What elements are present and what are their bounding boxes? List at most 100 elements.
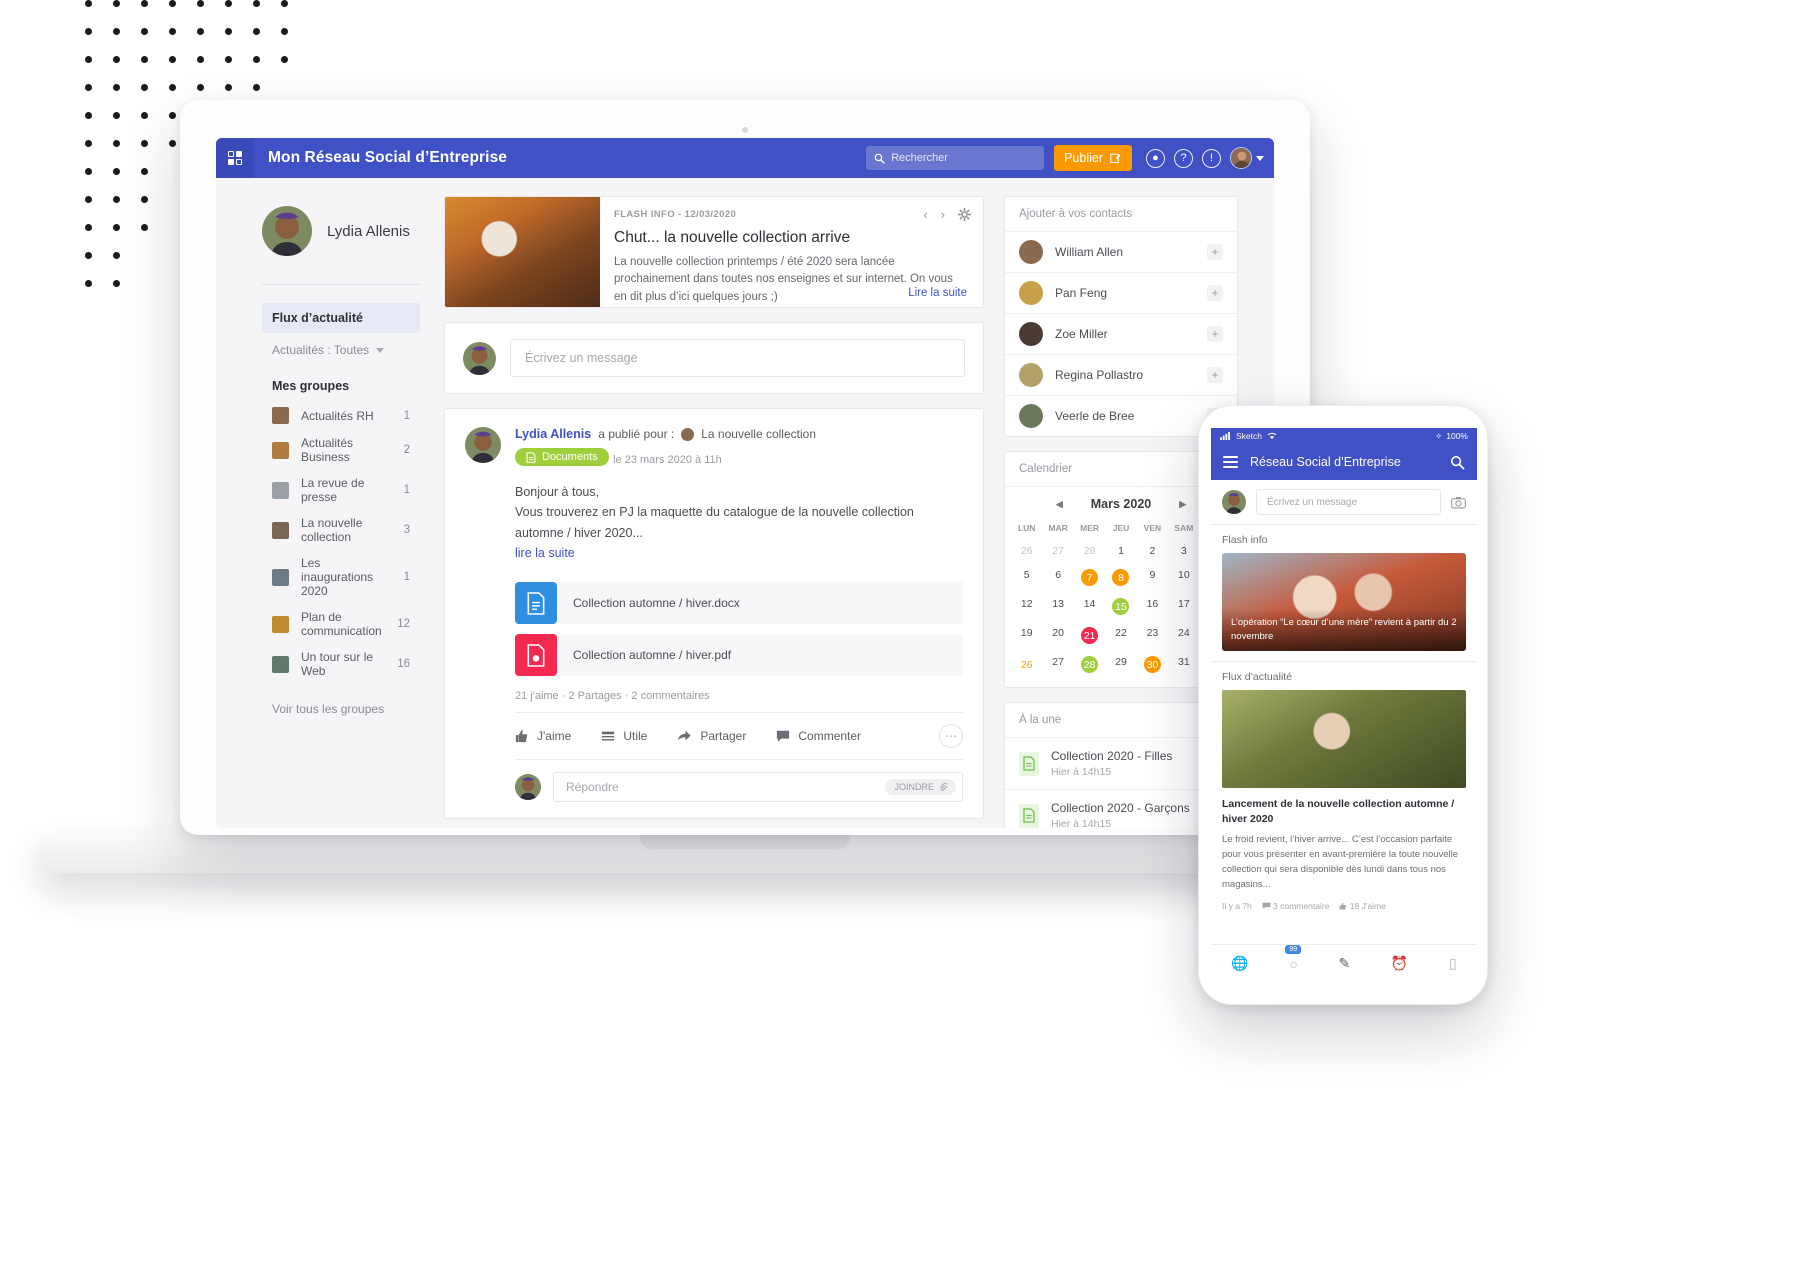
plus-icon[interactable]: + bbox=[1207, 285, 1223, 301]
clock-icon[interactable]: ⏰ bbox=[1391, 955, 1408, 972]
attachment-item[interactable]: Collection automne / hiver.docx bbox=[515, 582, 963, 624]
share-button[interactable]: Partager bbox=[677, 729, 746, 743]
chevron-down-icon[interactable] bbox=[1256, 155, 1264, 161]
ellipsis-icon[interactable]: ⋯ bbox=[939, 724, 963, 748]
post-composer[interactable]: Écrivez un message bbox=[444, 322, 984, 394]
comment-label: Commenter bbox=[798, 729, 862, 743]
calendar-day[interactable]: 27 bbox=[1042, 539, 1073, 563]
sidebar-group-item[interactable]: Un tour sur le Web 16 bbox=[262, 644, 420, 684]
calendar-day[interactable]: 1 bbox=[1105, 539, 1136, 563]
sidebar-group-item[interactable]: Les inaugurations 2020 1 bbox=[262, 550, 420, 604]
notification-icon[interactable]: 99 ○ bbox=[1285, 944, 1302, 972]
gear-icon[interactable] bbox=[958, 208, 971, 221]
comment-button[interactable]: Commenter bbox=[776, 729, 861, 743]
avatar[interactable] bbox=[1230, 147, 1252, 169]
contact-name: William Allen bbox=[1055, 245, 1124, 259]
mobile-post-image[interactable] bbox=[1222, 690, 1466, 788]
calendar-day[interactable]: 21 bbox=[1074, 621, 1105, 650]
attachment-item[interactable]: Collection automne / hiver.pdf bbox=[515, 634, 963, 676]
useful-button[interactable]: Utile bbox=[601, 729, 647, 743]
calendar-day[interactable]: 28 bbox=[1074, 650, 1105, 679]
calendar-day[interactable]: 5 bbox=[1011, 563, 1042, 592]
see-all-groups-link[interactable]: Voir tous les groupes bbox=[262, 684, 420, 716]
chat-icon[interactable]: ▯ bbox=[1449, 955, 1457, 972]
calendar-day[interactable]: 30 bbox=[1137, 650, 1168, 679]
grid-dot bbox=[85, 28, 92, 35]
chevron-right-icon[interactable]: › bbox=[941, 207, 945, 222]
calendar-day[interactable]: 14 bbox=[1074, 592, 1105, 621]
plus-icon[interactable]: + bbox=[1207, 367, 1223, 383]
contact-row[interactable]: Pan Feng + bbox=[1005, 272, 1237, 313]
news-filter-dropdown[interactable]: Actualités : Toutes bbox=[262, 333, 420, 357]
sidebar-group-item[interactable]: La nouvelle collection 3 bbox=[262, 510, 420, 550]
flash-info-read-more[interactable]: Lire la suite bbox=[908, 287, 967, 299]
calendar-day[interactable]: 12 bbox=[1011, 592, 1042, 621]
calendar-day[interactable]: 29 bbox=[1105, 650, 1136, 679]
sidebar-group-item[interactable]: Actualités RH 1 bbox=[262, 401, 420, 430]
mobile-flash-image[interactable]: L’opération “Le cœur d’une mère” revient… bbox=[1222, 553, 1466, 651]
pencil-icon[interactable]: ✎ bbox=[1339, 955, 1351, 972]
search-input[interactable]: Rechercher bbox=[866, 146, 1045, 170]
bell-icon[interactable]: ● bbox=[1146, 148, 1165, 168]
mobile-composer-input[interactable]: Écrivez un message bbox=[1256, 489, 1441, 515]
sidebar-group-item[interactable]: Plan de communication 12 bbox=[262, 604, 420, 644]
plus-icon[interactable]: + bbox=[1207, 244, 1223, 260]
mobile-post-likes[interactable]: 18 J'aime bbox=[1339, 901, 1386, 911]
info-icon[interactable]: ! bbox=[1202, 148, 1221, 168]
calendar-day[interactable]: 26 bbox=[1011, 539, 1042, 563]
calendar-day[interactable]: 16 bbox=[1137, 592, 1168, 621]
post-read-more-link[interactable]: lire la suite bbox=[515, 543, 963, 564]
calendar-day[interactable]: 15 bbox=[1105, 592, 1136, 621]
group-count: 1 bbox=[403, 484, 410, 496]
calendar-day[interactable]: 2 bbox=[1137, 539, 1168, 563]
composer-input[interactable]: Écrivez un message bbox=[510, 339, 965, 377]
contact-row[interactable]: Zoe Miller + bbox=[1005, 313, 1237, 354]
calendar-day[interactable]: 22 bbox=[1105, 621, 1136, 650]
calendar-day[interactable]: 13 bbox=[1042, 592, 1073, 621]
search-icon[interactable] bbox=[1450, 455, 1465, 470]
attach-file-button[interactable]: JOINDRE bbox=[885, 779, 956, 795]
reply-input[interactable]: Répondre JOINDRE bbox=[553, 772, 963, 802]
grid-dot bbox=[85, 252, 92, 259]
plus-icon[interactable]: + bbox=[1207, 326, 1223, 342]
paperclip-icon bbox=[940, 783, 947, 791]
calendar-day[interactable]: 17 bbox=[1168, 592, 1199, 621]
like-button[interactable]: J'aime bbox=[515, 729, 571, 743]
calendar-day[interactable]: 31 bbox=[1168, 650, 1199, 679]
calendar-day[interactable]: 19 bbox=[1011, 621, 1042, 650]
calendar-day[interactable]: 6 bbox=[1042, 563, 1073, 592]
contact-row[interactable]: William Allen + bbox=[1005, 231, 1237, 272]
calendar-day[interactable]: 7 bbox=[1074, 563, 1105, 592]
post-group[interactable]: La nouvelle collection bbox=[701, 427, 816, 441]
calendar-day[interactable]: 27 bbox=[1042, 650, 1073, 679]
calendar-day[interactable]: 26 bbox=[1011, 650, 1042, 679]
sidebar-group-item[interactable]: La revue de presse 1 bbox=[262, 470, 420, 510]
contact-row[interactable]: Regina Pollastro + bbox=[1005, 354, 1237, 395]
calendar-day[interactable]: 8 bbox=[1105, 563, 1136, 592]
group-thumbnail bbox=[272, 407, 289, 424]
app-grid-button[interactable] bbox=[216, 138, 254, 178]
calendar-day[interactable]: 20 bbox=[1042, 621, 1073, 650]
triangle-left-icon[interactable]: ◀ bbox=[1056, 499, 1063, 510]
sidebar-group-item[interactable]: Actualités Business 2 bbox=[262, 430, 420, 470]
post-author[interactable]: Lydia Allenis bbox=[515, 427, 591, 441]
mobile-post-comments[interactable]: 3 commentaire bbox=[1262, 901, 1329, 911]
calendar-day[interactable]: 24 bbox=[1168, 621, 1199, 650]
avatar[interactable] bbox=[465, 427, 501, 463]
sidebar-item-news-feed[interactable]: Flux d’actualité bbox=[262, 303, 420, 333]
flash-info-image bbox=[445, 197, 600, 307]
user-profile[interactable]: Lydia Allenis bbox=[262, 200, 420, 256]
publish-button[interactable]: Publier bbox=[1054, 145, 1132, 171]
calendar-day[interactable]: 9 bbox=[1137, 563, 1168, 592]
mobile-composer[interactable]: Écrivez un message bbox=[1211, 480, 1477, 525]
calendar-day[interactable]: 28 bbox=[1074, 539, 1105, 563]
hamburger-menu-icon[interactable] bbox=[1223, 456, 1238, 468]
globe-icon[interactable]: 🌐 bbox=[1231, 955, 1248, 972]
help-icon[interactable]: ? bbox=[1174, 148, 1193, 168]
calendar-day[interactable]: 3 bbox=[1168, 539, 1199, 563]
calendar-day[interactable]: 23 bbox=[1137, 621, 1168, 650]
triangle-right-icon[interactable]: ▶ bbox=[1179, 499, 1186, 510]
chevron-left-icon[interactable]: ‹ bbox=[923, 207, 927, 222]
calendar-day[interactable]: 10 bbox=[1168, 563, 1199, 592]
camera-icon[interactable] bbox=[1451, 496, 1466, 509]
